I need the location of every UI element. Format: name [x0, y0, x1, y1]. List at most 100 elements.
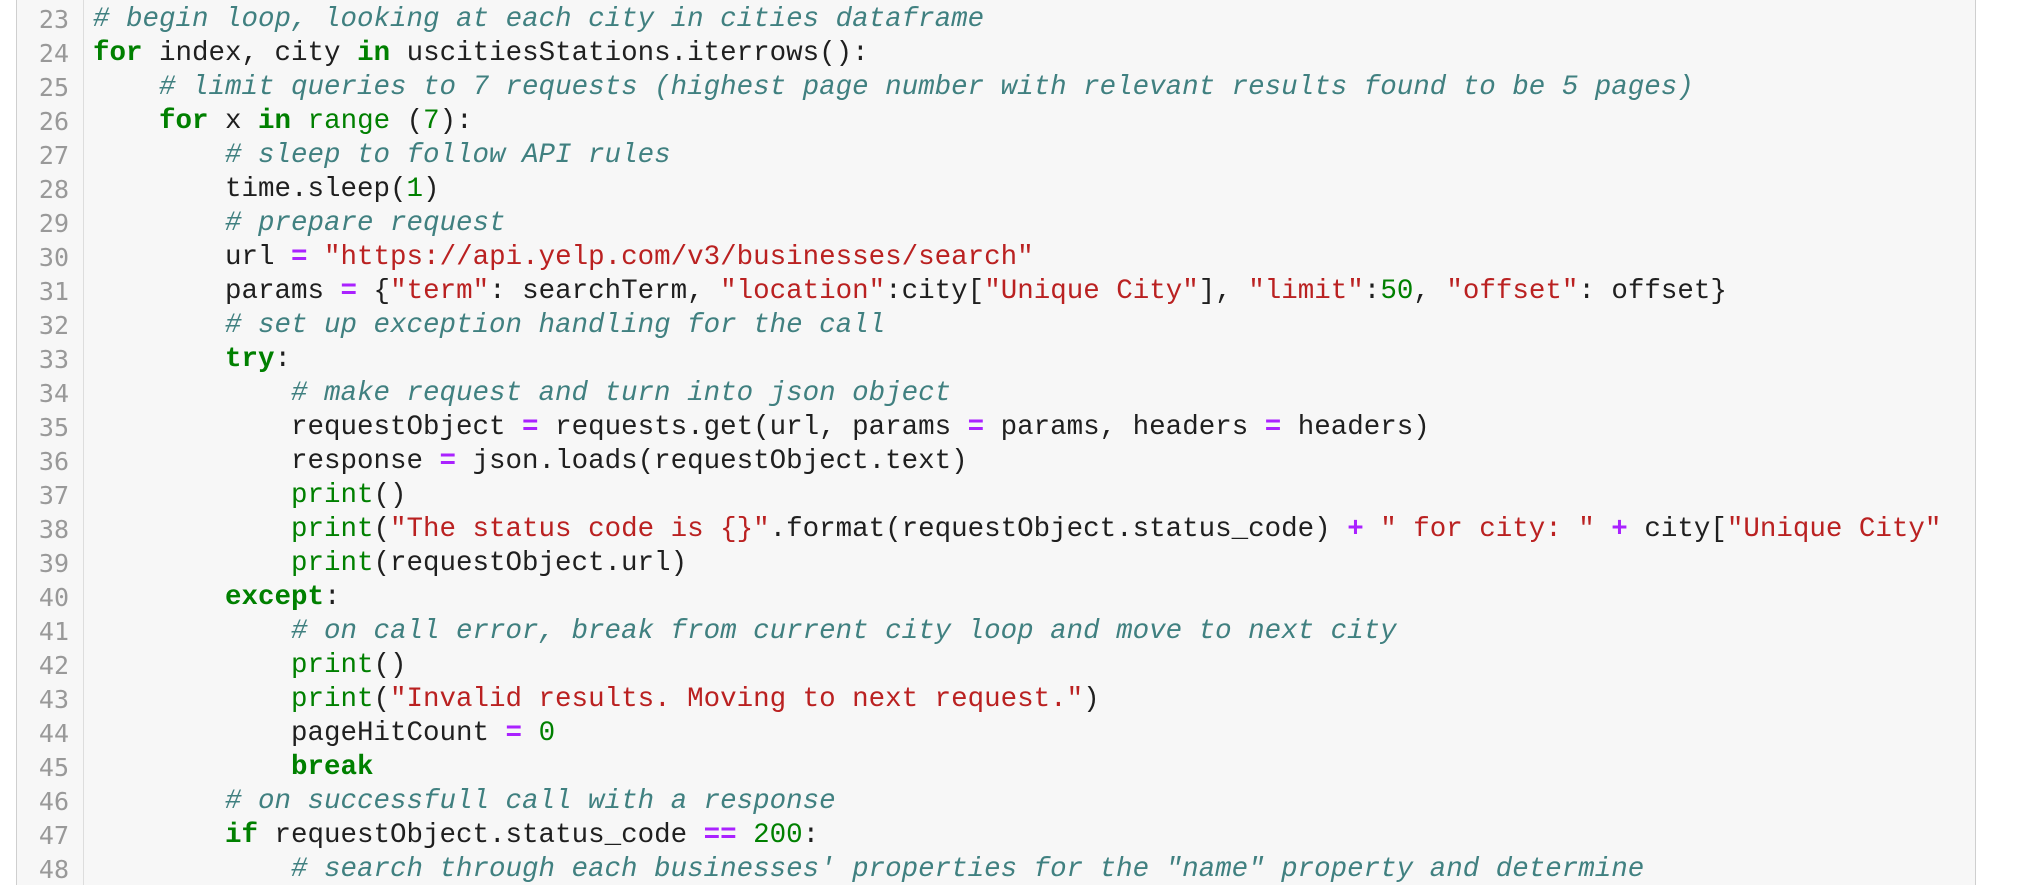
- operator-token: =: [505, 718, 523, 749]
- code-text: print("Invalid results. Moving to next r…: [291, 683, 1100, 717]
- code-token: ):: [439, 106, 473, 137]
- code-text: # prepare request: [225, 207, 506, 241]
- number-token: 50: [1380, 276, 1414, 307]
- code-text: print(): [291, 649, 407, 683]
- code-token: {: [357, 276, 391, 307]
- code-token: headers): [1281, 412, 1430, 443]
- line-number: 26: [38, 107, 69, 136]
- string-token: "limit": [1248, 276, 1364, 307]
- code-line: 31 params = {"term": searchTerm, "locatio…: [17, 275, 1975, 309]
- code-token: : offset}: [1578, 276, 1727, 307]
- line-number: 35: [38, 413, 69, 442]
- code-text: if requestObject.status_code == 200:: [225, 819, 819, 853]
- code-text: except:: [225, 581, 341, 615]
- code-text: pageHitCount = 0: [291, 717, 555, 751]
- code-line: 35 requestObject = requests.get(url, para…: [17, 411, 1975, 445]
- code-text: print(requestObject.url): [291, 547, 687, 581]
- operator-token: =: [1264, 412, 1282, 443]
- code-line: 23 # begin loop, looking at each city in …: [17, 3, 1975, 37]
- code-line: 26 for x in range (7):: [17, 105, 1975, 139]
- line-number: 37: [38, 481, 69, 510]
- code-token: index, city: [142, 38, 358, 69]
- operator-token: +: [1611, 514, 1628, 545]
- code-text: break: [291, 751, 374, 785]
- string-token: "The status code is {}": [390, 514, 770, 545]
- code-token: (): [373, 480, 407, 511]
- code-token: ): [1083, 684, 1100, 715]
- code-text: # limit queries to 7 requests (highest p…: [159, 71, 1694, 105]
- code-token: (): [373, 650, 407, 681]
- comment-token: # make request and turn into json object: [291, 378, 952, 409]
- code-token: params: [225, 276, 341, 307]
- number-token: 200: [753, 820, 803, 851]
- code-line: 40 except:: [17, 581, 1975, 615]
- code-token: (: [373, 684, 391, 715]
- code-token: pageHitCount: [291, 718, 506, 749]
- code-line: 42 print(): [17, 649, 1975, 683]
- code-editor[interactable]: 23 # begin loop, looking at each city in …: [16, 0, 1976, 885]
- code-line: 37 print(): [17, 479, 1975, 513]
- string-token: "Unique City": [984, 276, 1199, 307]
- code-token: :: [1363, 276, 1381, 307]
- keyword-token: if: [225, 820, 259, 851]
- operator-token: ==: [703, 820, 737, 851]
- operator-token: =: [967, 412, 985, 443]
- line-number: 45: [38, 753, 69, 782]
- comment-token: # limit queries to 7 requests (highest p…: [159, 72, 1694, 103]
- code-text: requestObject = requests.get(url, params…: [291, 411, 1430, 445]
- builtin-token: print: [291, 514, 374, 545]
- code-token: params, headers: [984, 412, 1265, 443]
- line-number: 47: [38, 821, 69, 850]
- code-token: requests.get(url, params: [538, 412, 968, 443]
- operator-token: =: [291, 242, 308, 273]
- code-token: (: [390, 106, 424, 137]
- code-text: for index, city in uscitiesStations.iter…: [93, 37, 869, 71]
- code-text: time.sleep(1): [225, 173, 440, 207]
- code-token: json.loads(requestObject.text): [456, 446, 968, 477]
- string-token: " for city: ": [1380, 514, 1595, 545]
- operator-token: =: [340, 276, 358, 307]
- code-text: # search through each businesses' proper…: [291, 853, 1644, 885]
- code-token: ): [423, 174, 440, 205]
- line-number: 41: [38, 617, 69, 646]
- string-token: "Invalid results. Moving to next request…: [390, 684, 1084, 715]
- code-text: url = "https://api.yelp.com/v3/businesse…: [225, 241, 1034, 275]
- code-token: :: [802, 820, 820, 851]
- builtin-token: print: [291, 650, 374, 681]
- number-token: 1: [406, 174, 424, 205]
- comment-token: # prepare request: [225, 208, 506, 239]
- builtin-token: range: [307, 106, 391, 137]
- code-token: (: [373, 514, 391, 545]
- number-token: 7: [423, 106, 440, 137]
- code-token: response: [291, 446, 440, 477]
- code-token: : searchTerm,: [489, 276, 721, 307]
- code-token: requestObject: [291, 412, 523, 443]
- line-number: 25: [38, 73, 69, 102]
- line-number: 33: [38, 345, 69, 374]
- line-number: 24: [38, 39, 69, 68]
- keyword-token: try: [225, 344, 275, 375]
- operator-token: =: [522, 412, 539, 443]
- code-line: 44 pageHitCount = 0: [17, 717, 1975, 751]
- code-line: 27 # sleep to follow API rules: [17, 139, 1975, 173]
- comment-token: # set up exception handling for the call: [225, 310, 886, 341]
- comment-token: # begin loop, looking at each city in ci…: [93, 4, 985, 35]
- code-text: params = {"term": searchTerm, "location"…: [225, 275, 1727, 309]
- code-line: 29 # prepare request: [17, 207, 1975, 241]
- code-text: for x in range (7):: [159, 105, 473, 139]
- code-text: # on successfull call with a response: [225, 785, 836, 819]
- line-number: 30: [38, 243, 69, 272]
- code-line: 45 break: [17, 751, 1975, 785]
- comment-token: # on call error, break from current city…: [291, 616, 1397, 647]
- string-token: "offset": [1446, 276, 1579, 307]
- line-number: 36: [38, 447, 69, 476]
- code-line: 47 if requestObject.status_code == 200:: [17, 819, 1975, 853]
- line-number: 40: [38, 583, 69, 612]
- line-number: 46: [38, 787, 69, 816]
- code-token: city[: [1627, 514, 1727, 545]
- line-number: 34: [38, 379, 69, 408]
- code-token: :: [324, 582, 341, 613]
